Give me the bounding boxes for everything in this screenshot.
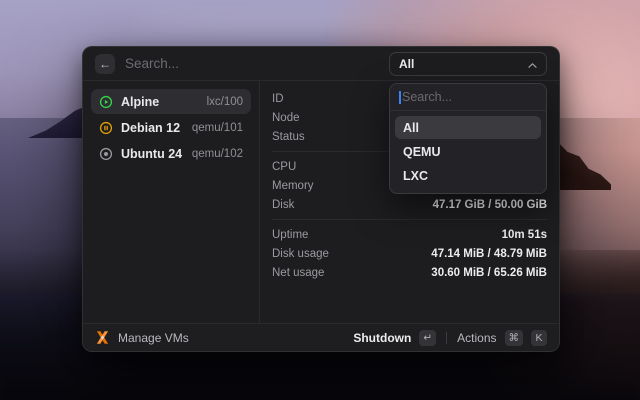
detail-label: Disk xyxy=(272,198,295,211)
dropdown-option-all[interactable]: All xyxy=(395,116,541,139)
dropdown-search-row[interactable] xyxy=(390,84,546,111)
search-input[interactable] xyxy=(125,56,379,71)
detail-label: Net usage xyxy=(272,266,325,279)
actions-menu-button[interactable]: Actions xyxy=(457,331,496,345)
detail-row: Net usage 30.60 MiB / 65.26 MiB xyxy=(272,263,547,282)
proxmox-logo-icon xyxy=(95,330,110,345)
command-bar: ← All xyxy=(83,47,559,81)
detail-label: Uptime xyxy=(272,228,309,241)
vm-list-item-debian[interactable]: Debian 12 qemu/101 xyxy=(91,115,251,140)
filter-dropdown-menu: All QEMU LXC xyxy=(389,83,547,194)
vm-list-item-alpine[interactable]: Alpine lxc/100 xyxy=(91,89,251,114)
detail-label: Node xyxy=(272,111,300,124)
section-divider xyxy=(272,219,547,220)
footer-app-name: Manage VMs xyxy=(118,330,189,345)
vm-list: Alpine lxc/100 Debian 12 qemu/101 Ubuntu… xyxy=(83,81,259,323)
detail-value: 10m 51s xyxy=(501,228,547,241)
dropdown-search-input[interactable] xyxy=(401,90,546,104)
vm-id: lxc/100 xyxy=(206,95,243,108)
return-key-badge: ↵ xyxy=(419,329,437,346)
dropdown-option-lxc[interactable]: LXC xyxy=(395,164,541,187)
detail-value: 47.14 MiB / 48.79 MiB xyxy=(431,247,547,260)
detail-row: Disk usage 47.14 MiB / 48.79 MiB xyxy=(272,244,547,263)
window-body: Alpine lxc/100 Debian 12 qemu/101 Ubuntu… xyxy=(83,81,559,323)
filter-dropdown-button[interactable]: All xyxy=(389,51,547,76)
vm-name: Ubuntu 24 xyxy=(121,146,183,161)
play-circle-icon xyxy=(99,95,113,109)
back-arrow-icon: ← xyxy=(99,56,111,71)
vm-name: Debian 12 xyxy=(121,120,181,135)
vm-id: qemu/101 xyxy=(191,121,243,134)
desktop: ← All Alpine lxc/100 xyxy=(0,0,640,400)
detail-value: 47.17 GiB / 50.00 GiB xyxy=(432,198,547,211)
vm-name: Alpine xyxy=(121,94,160,109)
detail-row: Disk 47.17 GiB / 50.00 GiB xyxy=(272,195,547,214)
filter-selected-value: All xyxy=(399,56,415,71)
detail-label: ID xyxy=(272,92,284,105)
dropdown-options: All QEMU LXC xyxy=(390,111,546,193)
vm-id: qemu/102 xyxy=(191,147,243,160)
detail-row: Uptime 10m 51s xyxy=(272,225,547,244)
action-bar: Manage VMs Shutdown ↵ Actions ⌘ K xyxy=(83,323,559,351)
command-key-badge: ⌘ xyxy=(504,329,523,346)
back-button[interactable]: ← xyxy=(95,53,115,74)
k-key-badge: K xyxy=(531,329,547,346)
detail-label: Disk usage xyxy=(272,247,329,260)
vm-manager-window: ← All Alpine lxc/100 xyxy=(82,46,560,352)
dropdown-option-qemu[interactable]: QEMU xyxy=(395,140,541,163)
stop-circle-icon xyxy=(99,147,113,161)
pause-circle-icon xyxy=(99,121,113,135)
footer-divider xyxy=(446,331,448,344)
detail-value: 30.60 MiB / 65.26 MiB xyxy=(431,266,547,279)
detail-label: Status xyxy=(272,130,305,143)
chevron-up-icon xyxy=(528,57,537,71)
vm-list-item-ubuntu[interactable]: Ubuntu 24 qemu/102 xyxy=(91,141,251,166)
shutdown-action[interactable]: Shutdown xyxy=(353,331,411,345)
detail-label: CPU xyxy=(272,160,297,173)
detail-label: Memory xyxy=(272,179,314,192)
